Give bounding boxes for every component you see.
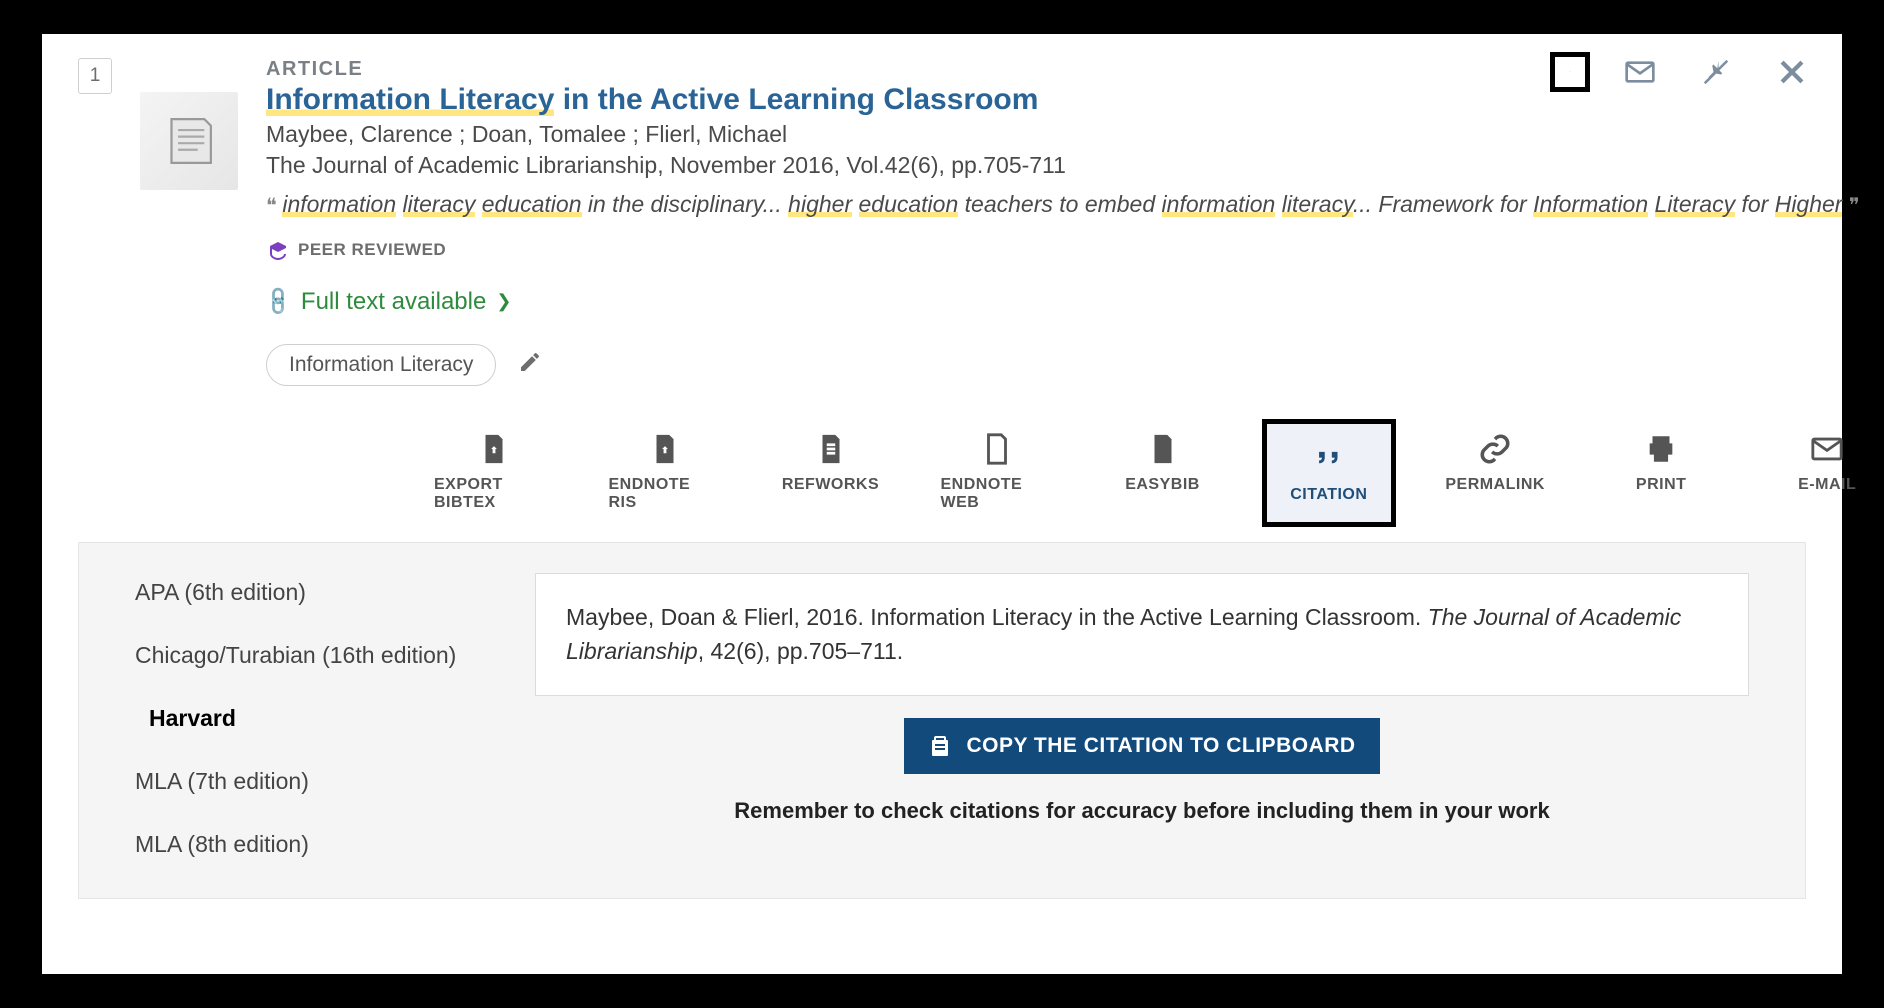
easybib-button[interactable]: EASYBIB: [1099, 422, 1227, 504]
action-label: EXPORT BIBTEX: [434, 476, 555, 512]
chevron-right-icon: ❯: [496, 291, 511, 312]
cite-icon[interactable]: [1550, 52, 1590, 92]
action-label: E-MAIL: [1798, 476, 1856, 494]
citation-panel: APA (6th edition) Chicago/Turabian (16th…: [78, 542, 1806, 899]
style-chicago[interactable]: Chicago/Turabian (16th edition): [135, 642, 495, 669]
tag-pill[interactable]: Information Literacy: [266, 344, 496, 386]
action-label: PERMALINK: [1445, 476, 1545, 494]
peer-reviewed-label: PEER REVIEWED: [298, 240, 446, 260]
clipboard-icon: [928, 734, 952, 758]
action-label: REFWORKS: [782, 476, 879, 494]
record-snippet: ❝ information literacy education in the …: [266, 187, 1884, 222]
record-source: The Journal of Academic Librarianship, N…: [266, 152, 1884, 179]
citation-post: , 42(6), pp.705–711.: [698, 638, 903, 664]
peer-reviewed-badge: PEER REVIEWED: [266, 238, 1884, 262]
edit-tags-icon[interactable]: [518, 350, 542, 379]
export-bibtex-button[interactable]: EXPORT BIBTEX: [426, 422, 563, 522]
print-button[interactable]: PRINT: [1597, 422, 1725, 504]
record-authors: Maybee, Clarence ; Doan, Tomalee ; Flier…: [266, 121, 1884, 148]
endnote-web-button[interactable]: ENDNOTE WEB: [933, 422, 1061, 522]
email-icon[interactable]: [1620, 52, 1660, 92]
title-highlight: Information Literacy: [266, 83, 554, 116]
record-metadata: ARTICLE Information Literacy in the Acti…: [266, 58, 1884, 524]
action-bar: EXPORT BIBTEX ENDNOTE RIS REFWORKS ENDNO…: [426, 422, 1884, 524]
style-apa[interactable]: APA (6th edition): [135, 579, 495, 606]
quote-open-icon: ❝: [266, 195, 282, 217]
citation-style-list: APA (6th edition) Chicago/Turabian (16th…: [135, 573, 495, 858]
unpin-icon[interactable]: [1696, 52, 1736, 92]
top-actions: [1550, 52, 1812, 92]
action-label: ENDNOTE RIS: [609, 476, 721, 512]
action-label: CITATION: [1290, 486, 1367, 504]
result-row: 1 ARTICLE Information Literacy in the Ac…: [78, 58, 1806, 524]
style-harvard[interactable]: Harvard: [135, 705, 495, 732]
peer-reviewed-icon: [266, 238, 290, 262]
quote-close-icon: ❞: [1849, 195, 1860, 217]
endnote-ris-button[interactable]: ENDNOTE RIS: [601, 422, 729, 522]
citation-reminder: Remember to check citations for accuracy…: [734, 798, 1549, 824]
citation-output-area: Maybee, Doan & Flierl, 2016. Information…: [535, 573, 1749, 858]
fulltext-link[interactable]: Full text available: [301, 288, 486, 316]
email-button[interactable]: E-MAIL: [1763, 422, 1884, 504]
action-label: PRINT: [1636, 476, 1687, 494]
title-rest: in the Active Learning Classroom: [554, 83, 1038, 116]
copy-citation-button[interactable]: COPY THE CITATION TO CLIPBOARD: [904, 718, 1379, 774]
copy-citation-label: COPY THE CITATION TO CLIPBOARD: [966, 734, 1355, 758]
link-icon: 🔗: [261, 284, 296, 319]
fulltext-row[interactable]: 🔗 Full text available ❯: [266, 288, 1884, 316]
style-mla7[interactable]: MLA (7th edition): [135, 768, 495, 795]
close-icon[interactable]: [1772, 52, 1812, 92]
record-detail-panel: 1 ARTICLE Information Literacy in the Ac…: [42, 34, 1842, 974]
result-number: 1: [78, 58, 112, 94]
citation-button[interactable]: CITATION: [1265, 422, 1394, 524]
permalink-button[interactable]: PERMALINK: [1431, 422, 1559, 504]
citation-text[interactable]: Maybee, Doan & Flierl, 2016. Information…: [535, 573, 1749, 696]
refworks-button[interactable]: REFWORKS: [767, 422, 895, 504]
style-mla8[interactable]: MLA (8th edition): [135, 831, 495, 858]
tag-row: Information Literacy: [266, 344, 1884, 386]
citation-pre: Maybee, Doan & Flierl, 2016. Information…: [566, 604, 1428, 630]
action-label: ENDNOTE WEB: [941, 476, 1053, 512]
action-label: EASYBIB: [1125, 476, 1200, 494]
document-thumbnail-icon: [140, 92, 238, 190]
